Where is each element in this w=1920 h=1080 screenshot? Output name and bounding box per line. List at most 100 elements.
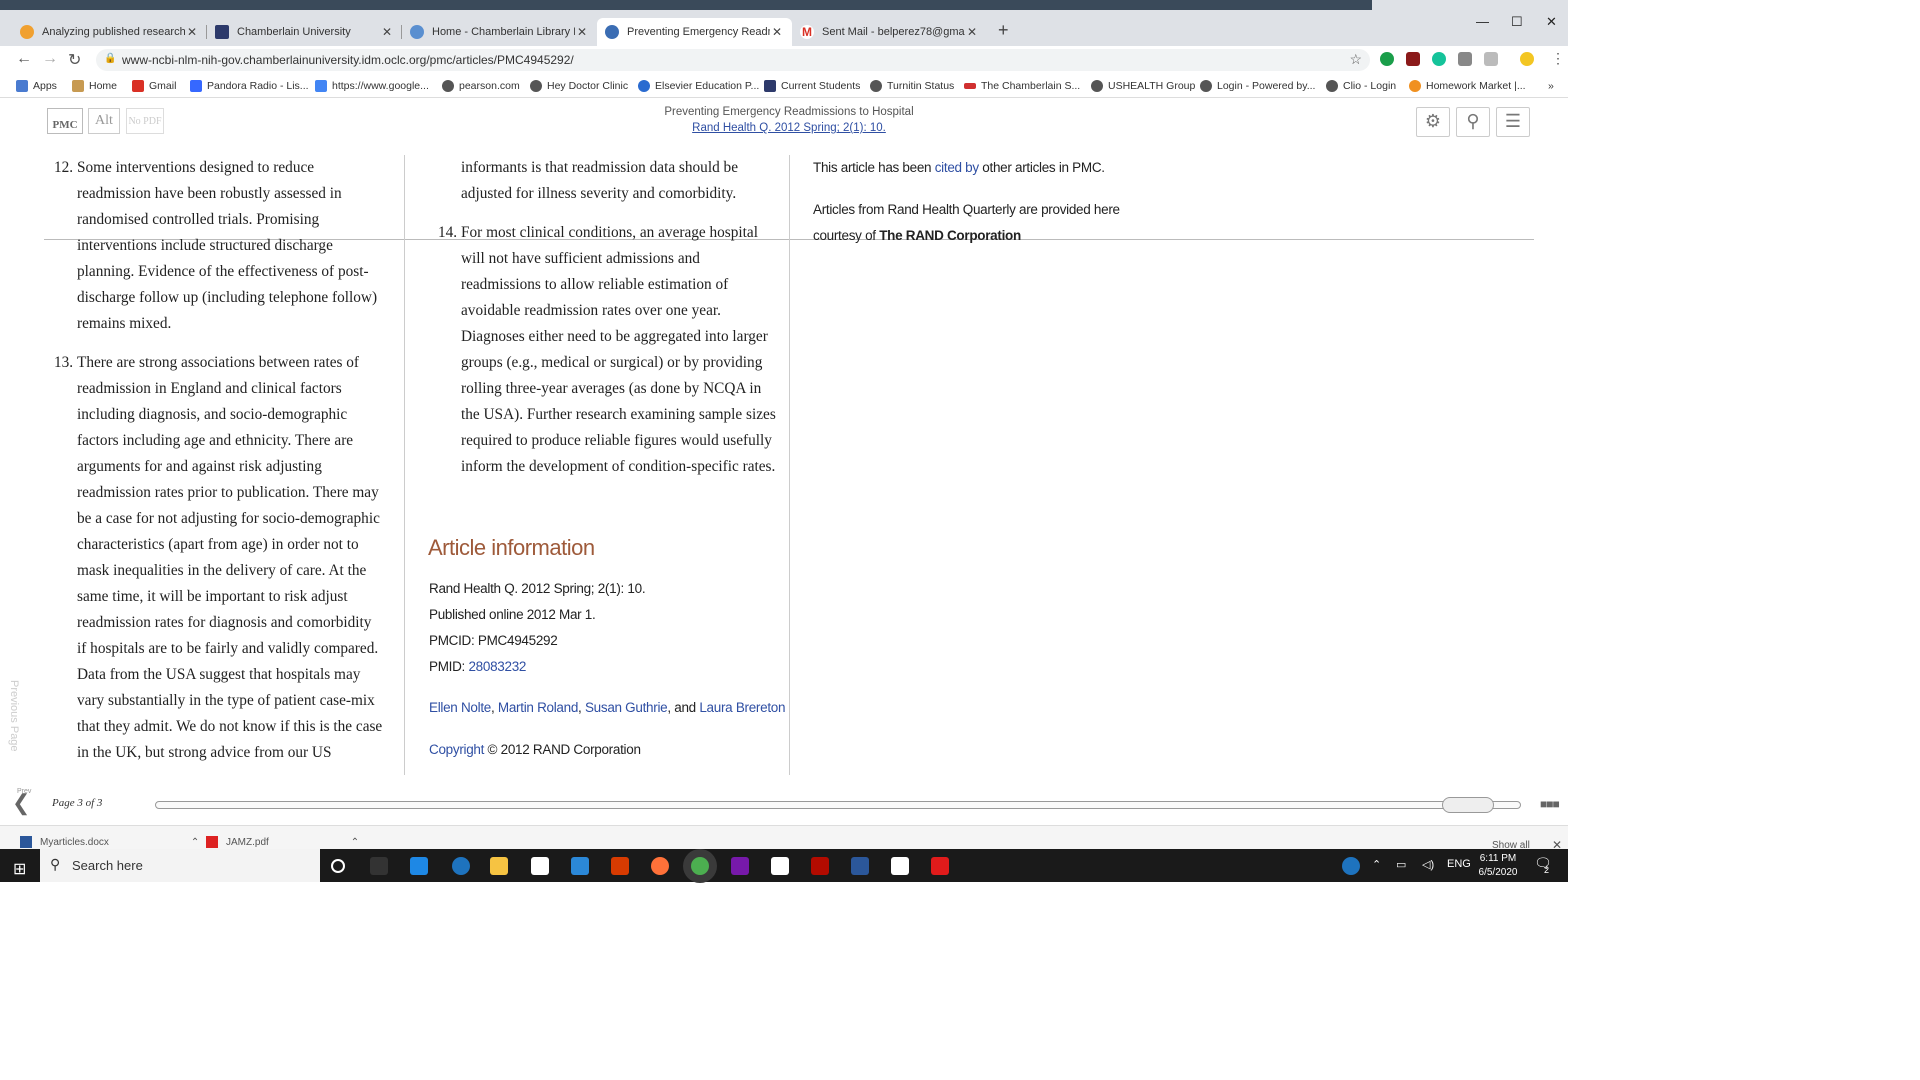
acrobat-icon[interactable] (811, 857, 829, 875)
amazon-icon[interactable] (531, 857, 549, 875)
close-icon[interactable]: ✕ (770, 25, 784, 39)
bookmark-pearson[interactable]: pearson.com (442, 80, 520, 92)
tab-preventing-readmissions[interactable]: Preventing Emergency Readmissi ✕ (597, 18, 792, 46)
close-window-icon[interactable]: ✕ (1546, 14, 1557, 30)
page-slider-thumb[interactable] (1442, 797, 1494, 813)
page-slider[interactable] (155, 797, 1521, 813)
browser-menu-icon[interactable]: ⋮ (1551, 50, 1565, 67)
new-tab-button[interactable]: + (998, 20, 1009, 41)
pmc-header: PMC Alt No PDF Preventing Emergency Read… (0, 98, 1568, 240)
author-link[interactable]: Ellen Nolte (429, 700, 491, 715)
bookmark-chamberlain-s[interactable]: The Chamberlain S... (964, 80, 1080, 92)
volume-icon[interactable]: ◁) (1422, 858, 1434, 871)
home-icon (72, 80, 84, 92)
edge-browser-icon[interactable] (452, 857, 470, 875)
elsevier-icon (638, 80, 650, 92)
article-citation-link[interactable]: Rand Health Q. 2012 Spring; 2(1): 10. (0, 122, 1578, 134)
acrobat-extension-icon[interactable] (1406, 52, 1420, 66)
bookmark-google[interactable]: https://www.google... (315, 80, 429, 92)
previous-page-side-label[interactable]: Previous Page (4, 680, 20, 780)
bookmark-ushealth[interactable]: USHEALTH Group (1091, 80, 1195, 92)
tab-strip: Analyzing published research | N ✕ Chamb… (0, 0, 1568, 46)
table-of-contents-icon[interactable]: ☰ (1496, 107, 1530, 137)
mail-icon[interactable] (571, 857, 589, 875)
tab-analyzing-research[interactable]: Analyzing published research | N ✕ (12, 18, 207, 46)
task-view-icon[interactable] (370, 857, 388, 875)
chevron-up-icon[interactable]: ⌃ (351, 837, 359, 848)
tray-chevron-icon[interactable]: ⌃ (1372, 858, 1381, 871)
windows-taskbar: ⊞ ⚲ Search here ⌃ ▭ ◁) ENG 6:11 PM 6/5/2… (0, 849, 1568, 882)
app-icon[interactable] (410, 857, 428, 875)
onenote-icon[interactable] (731, 857, 749, 875)
close-icon[interactable]: ✕ (185, 25, 199, 39)
bookmark-homework-market[interactable]: Homework Market |... (1409, 80, 1526, 92)
office-icon[interactable] (611, 857, 629, 875)
tab-chamberlain-university[interactable]: Chamberlain University ✕ (207, 18, 402, 46)
reload-icon[interactable]: ↻ (68, 50, 81, 70)
pmid-link[interactable]: 28083232 (468, 659, 526, 674)
bookmark-apps[interactable]: Apps (16, 80, 57, 92)
maximize-icon[interactable]: ☐ (1511, 14, 1523, 30)
cited-by-link[interactable]: cited by (935, 160, 979, 175)
more-options-icon[interactable]: ■■■ (1540, 797, 1560, 811)
pmc-favicon-icon (605, 25, 619, 39)
download-item[interactable]: JAMZ.pdf ⌃ (206, 836, 359, 848)
help-icon[interactable] (1342, 857, 1360, 875)
close-icon[interactable]: ✕ (965, 25, 979, 39)
article-title: Preventing Emergency Readmissions to Hos… (664, 106, 914, 118)
list-item: 13. There are strong associations betwee… (54, 354, 383, 761)
download-item[interactable]: Myarticles.docx ⌃ (20, 836, 199, 848)
bookmark-turnitin[interactable]: Turnitin Status (870, 80, 954, 92)
notification-icon[interactable]: 🗨 (1534, 855, 1552, 872)
tab-chamberlain-library[interactable]: Home - Chamberlain Library Hom ✕ (402, 18, 597, 46)
author-link[interactable]: Laura Brereton (699, 700, 785, 715)
profile-avatar-icon[interactable] (1520, 52, 1534, 66)
chevron-up-icon[interactable]: ⌃ (191, 837, 199, 848)
back-arrow-icon[interactable]: ← (16, 50, 32, 68)
clock[interactable]: 6:11 PM 6/5/2020 (1475, 852, 1521, 880)
extension-gray-icon[interactable] (1484, 52, 1498, 66)
bookmark-gmail[interactable]: Gmail (132, 80, 176, 92)
firefox-icon[interactable] (651, 857, 669, 875)
cortana-icon[interactable] (331, 859, 345, 873)
grammarly-extension-icon[interactable] (1432, 52, 1446, 66)
bookmark-elsevier[interactable]: Elsevier Education P... (638, 80, 759, 92)
settings-gear-icon[interactable]: ⚙ (1416, 107, 1450, 137)
bookmark-login-powered[interactable]: Login - Powered by... (1200, 80, 1315, 92)
tab-label: Chamberlain University (237, 26, 351, 38)
search-icon[interactable]: ⚲ (1456, 107, 1490, 137)
bookmark-pandora[interactable]: Pandora Radio - Lis... (190, 80, 309, 92)
file-explorer-icon[interactable] (490, 857, 508, 875)
more-bookmarks-icon[interactable]: » (1548, 80, 1554, 92)
chrome-icon[interactable] (691, 857, 709, 875)
pdf-app-icon[interactable] (931, 857, 949, 875)
article-citation: Rand Health Q. 2012 Spring; 2(1): 10. (429, 581, 646, 596)
app-icon[interactable] (891, 857, 909, 875)
close-icon[interactable]: ✕ (380, 25, 394, 39)
shield-extension-icon[interactable] (1458, 52, 1472, 66)
bookmark-current-students[interactable]: Current Students (764, 80, 860, 92)
bookmark-clio[interactable]: Clio - Login (1326, 80, 1396, 92)
apps-grid-icon (16, 80, 28, 92)
taskbar-search-box[interactable]: ⚲ Search here (40, 849, 320, 882)
copyright-link[interactable]: Copyright (429, 742, 484, 757)
column-divider (404, 155, 405, 775)
store-icon[interactable] (771, 857, 789, 875)
address-bar[interactable]: 🔒 www-ncbi-nlm-nih-gov.chamberlainuniver… (96, 49, 1370, 71)
minimize-icon[interactable]: — (1476, 14, 1489, 29)
forward-arrow-icon[interactable]: → (42, 50, 58, 68)
author-link[interactable]: Martin Roland (498, 700, 578, 715)
previous-page-arrow-icon[interactable]: ❮ (12, 790, 30, 816)
extension-green-icon[interactable] (1380, 52, 1394, 66)
language-indicator[interactable]: ENG (1447, 858, 1471, 870)
tab-sent-mail[interactable]: M Sent Mail - belperez78@gmail.co ✕ (792, 18, 987, 46)
bookmark-home[interactable]: Home (72, 80, 117, 92)
author-link[interactable]: Susan Guthrie (585, 700, 668, 715)
bookmark-hey-doctor[interactable]: Hey Doctor Clinic (530, 80, 628, 92)
bookmark-star-icon[interactable]: ☆ (1349, 51, 1362, 68)
network-icon[interactable]: ▭ (1396, 858, 1406, 871)
word-icon[interactable] (851, 857, 869, 875)
windows-start-icon[interactable]: ⊞ (13, 859, 26, 879)
published-date: Published online 2012 Mar 1. (429, 607, 596, 622)
close-icon[interactable]: ✕ (575, 25, 589, 39)
